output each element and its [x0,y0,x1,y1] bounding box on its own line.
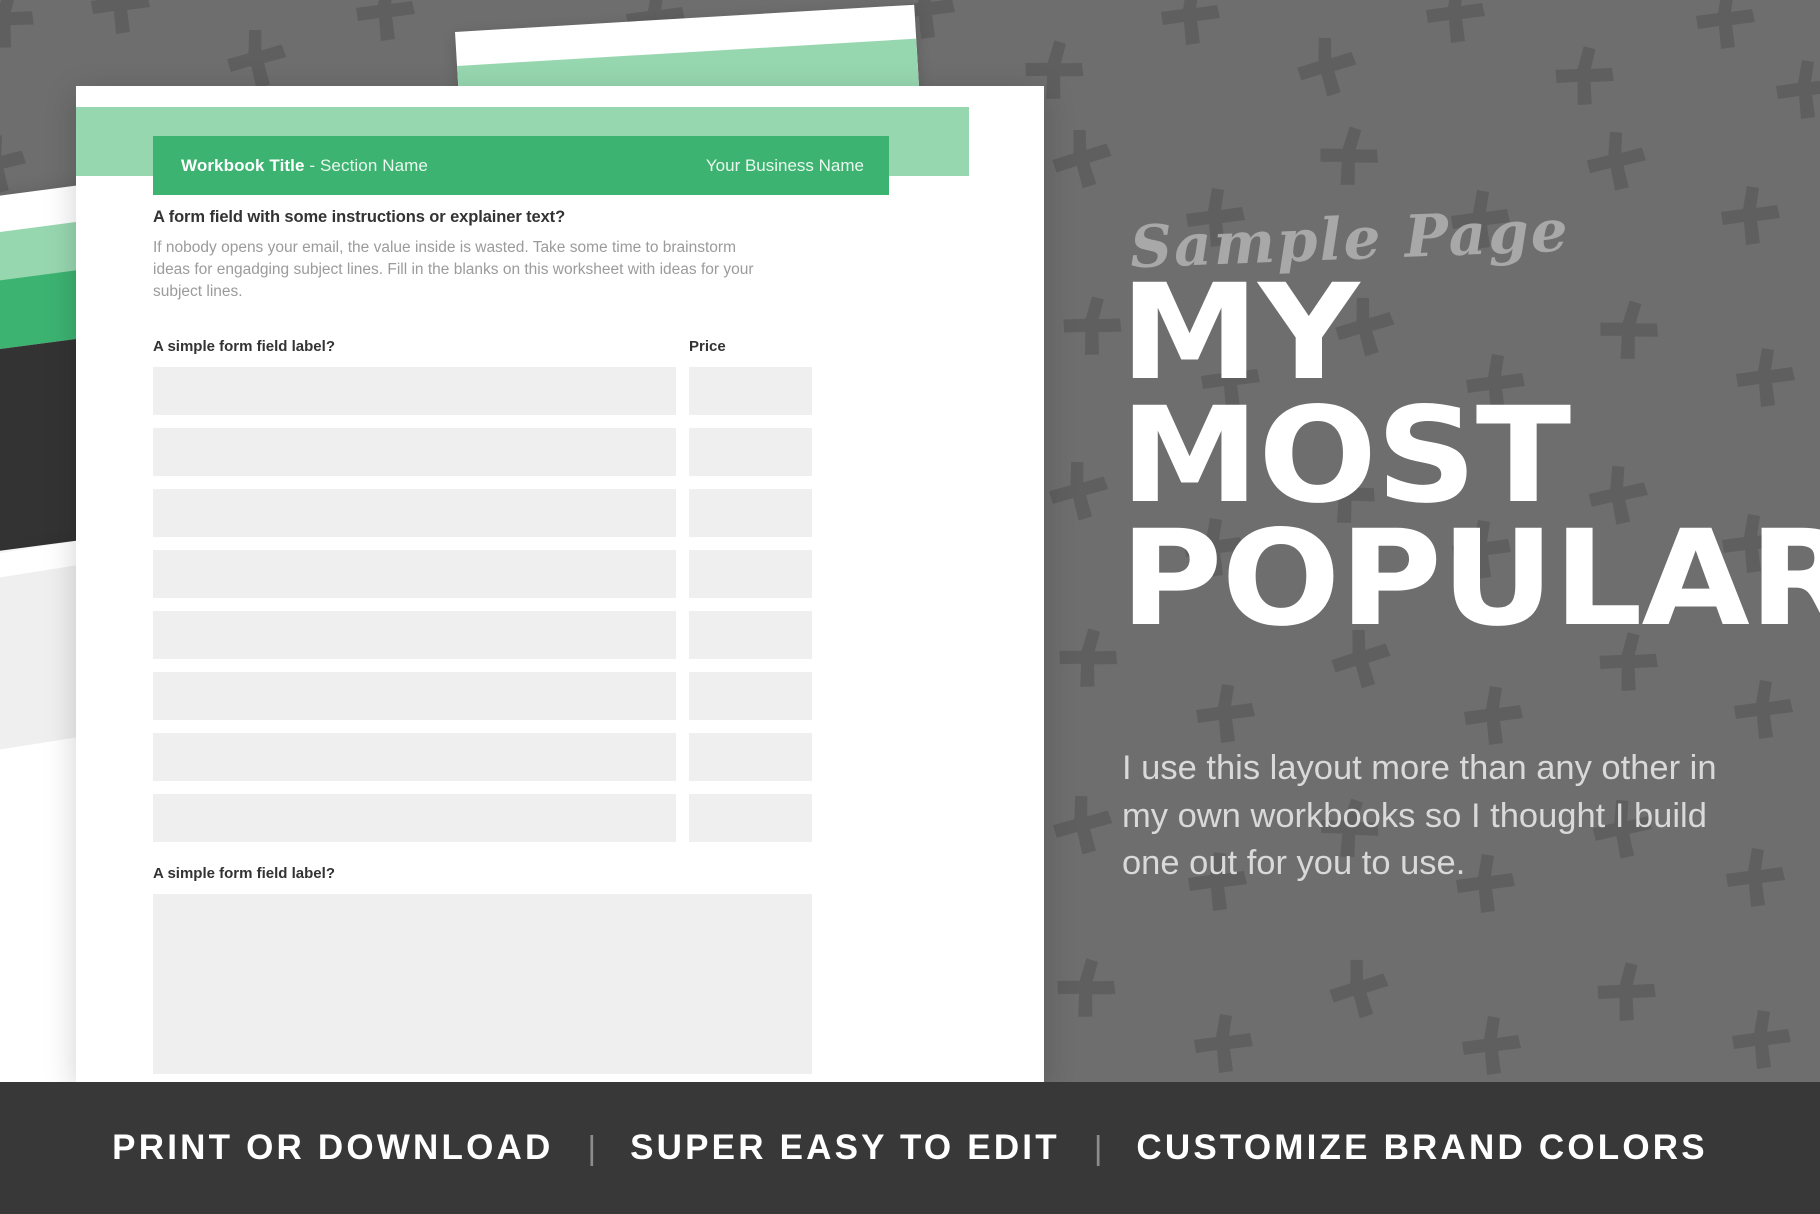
field-label-secondary: A simple form field label? [153,865,335,882]
worksheet-card: Workbook Title - Section Name Your Busin… [76,86,1044,1082]
blank-input-price[interactable] [689,489,812,537]
feature-super-easy-to-edit: SUPER EASY TO EDIT [630,1128,1060,1167]
blank-field-rows [153,367,1044,842]
table-row [153,428,1044,476]
blank-input-wide[interactable] [153,733,676,781]
intro-body: If nobody opens your email, the value in… [153,239,754,300]
blank-input-price[interactable] [689,794,812,842]
promo-headline-line2: POPULAR [1120,501,1820,656]
table-row [153,794,1044,842]
table-row [153,550,1044,598]
promo-panel: Sample Page MY MOST POPULAR I use this l… [1044,0,1820,1082]
promo-description: I use this layout more than any other in… [1122,749,1717,883]
workbook-title: Workbook Title [181,155,305,175]
blank-input-wide[interactable] [153,489,676,537]
feature-separator: | [587,1129,597,1166]
screenshot-stage: k Title - Se ion T dy opens orm idea dea… [0,0,1820,1214]
feature-print-or-download: PRINT OR DOWNLOAD [112,1128,554,1167]
promo-headline: MY MOST POPULAR [1120,267,1820,656]
blank-input-wide[interactable] [153,428,676,476]
blank-input-price[interactable] [689,733,812,781]
table-row [153,367,1044,415]
feature-customize-brand-colors: CUSTOMIZE BRAND COLORS [1136,1128,1708,1167]
blank-input-price[interactable] [689,428,812,476]
table-row [153,489,1044,537]
field-label-primary: A simple form field label? [153,338,335,355]
table-row [153,672,1044,720]
blank-input-wide[interactable] [153,550,676,598]
promo-headline-line1: MY MOST [1120,256,1571,533]
field-header-row: A simple form field label? Price [153,338,1044,355]
blank-input-price[interactable] [689,550,812,598]
section-name: - Section Name [304,155,428,175]
blank-input-wide[interactable] [153,367,676,415]
worksheet-header-title: Workbook Title - Section Name [181,156,428,176]
blank-textarea[interactable] [153,894,812,1074]
field-label-price: Price [689,338,726,355]
blank-input-price[interactable] [689,367,812,415]
blank-input-wide[interactable] [153,794,676,842]
business-name: Your Business Name [705,155,864,175]
table-row [153,611,1044,659]
intro-heading: A form field with some instructions or e… [153,208,566,226]
blank-input-wide[interactable] [153,672,676,720]
table-row [153,733,1044,781]
blank-input-price[interactable] [689,672,812,720]
blank-input-price[interactable] [689,611,812,659]
feature-separator: | [1093,1129,1103,1166]
blank-input-wide[interactable] [153,611,676,659]
worksheet-header-bar: Workbook Title - Section Name Your Busin… [153,136,889,195]
bottom-feature-bar: PRINT OR DOWNLOAD | SUPER EASY TO EDIT |… [0,1082,1820,1214]
worksheet-content: A form field with some instructions or e… [153,208,1044,1082]
